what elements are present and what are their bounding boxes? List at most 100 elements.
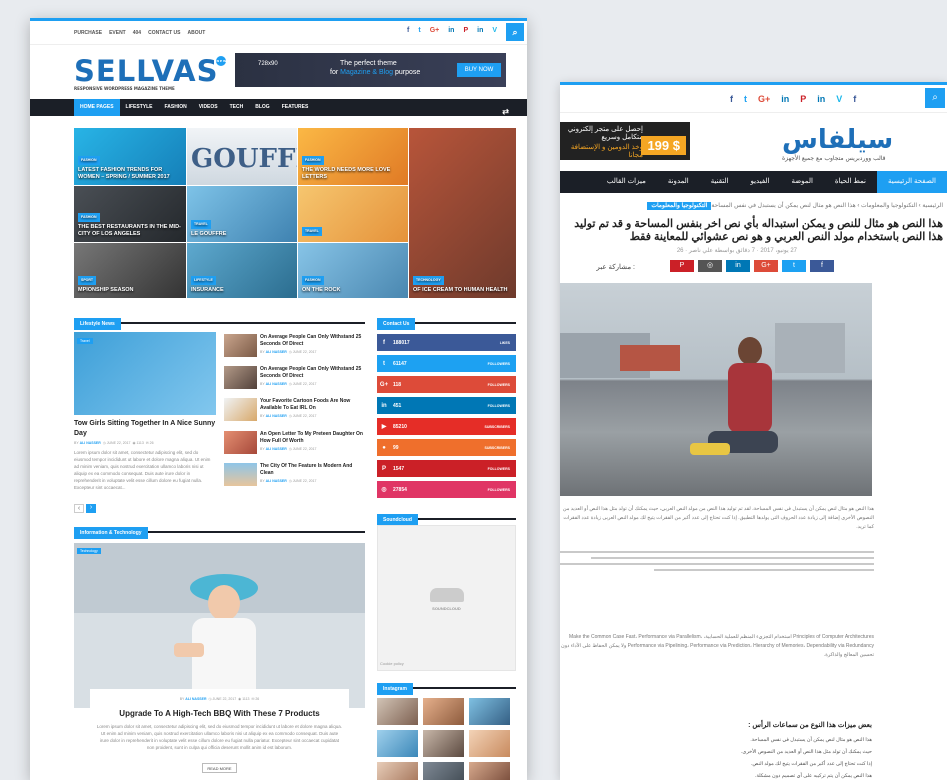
tile-category[interactable]: FASHION: [78, 156, 100, 165]
rtl-nav-lifestyle[interactable]: نمط الحياة: [824, 171, 877, 193]
rtl-nav-features[interactable]: ميزات القالب: [596, 171, 657, 193]
rtl-share-pinterest-icon[interactable]: P: [670, 260, 694, 272]
tile-category[interactable]: TRAVEL: [302, 227, 322, 236]
tile-category[interactable]: SPORT: [78, 276, 97, 285]
social-counter-youtube[interactable]: ▶ 85210 SUBSCRIBERS: [377, 418, 516, 435]
soundcloud-embed[interactable]: SOUNDCLOUD Cookie policy: [377, 525, 516, 671]
linkedin-icon-2[interactable]: in: [477, 27, 483, 34]
facebook-icon[interactable]: f: [407, 27, 409, 34]
rtl-linkedin-icon[interactable]: in: [781, 94, 789, 104]
topbar-link-event[interactable]: EVENT: [109, 30, 126, 36]
rtl-share-instagram-icon[interactable]: ◎: [698, 260, 722, 272]
list-item-title[interactable]: On Average People Can Only Withstand 25 …: [260, 366, 366, 380]
rtl-nav-fashion[interactable]: الموضة: [780, 171, 823, 193]
google-plus-icon[interactable]: G+: [430, 27, 440, 34]
buy-now-button[interactable]: BUY NOW: [457, 63, 501, 77]
rtl-logo[interactable]: سيلفاس قالب ووردبريس متجاوب مع جميع الأج…: [782, 125, 893, 162]
rtl-pinterest-icon[interactable]: P: [800, 94, 806, 104]
rtl-share-facebook-icon[interactable]: f: [810, 260, 834, 272]
list-thumb[interactable]: [224, 463, 257, 486]
next-arrow-icon[interactable]: ›: [86, 504, 96, 513]
big-post-title[interactable]: Tow Girls Sitting Together In A Nice Sun…: [74, 419, 216, 439]
infotech-header-label[interactable]: Information & Technology: [74, 527, 148, 539]
list-thumb[interactable]: [224, 334, 257, 357]
linkedin-icon[interactable]: in: [448, 27, 454, 34]
social-counter-linkedin[interactable]: in 451 FOLLOWERS: [377, 397, 516, 414]
featured-tile[interactable]: FASHION THE WORLD NEEDS MORE LOVE LETTERS: [298, 128, 408, 185]
big-post-category[interactable]: Travel: [77, 338, 93, 344]
instagram-header-label[interactable]: Instagram: [377, 683, 413, 695]
instagram-photo[interactable]: [423, 762, 464, 780]
instagram-photo[interactable]: [469, 730, 510, 757]
cookie-policy-link[interactable]: Cookie policy: [380, 661, 404, 666]
rtl-nav-blog[interactable]: المدونة: [657, 171, 700, 193]
rtl-breadcrumb-text[interactable]: الرئيسية › التكنولوجيا والمعلومات › هذا …: [711, 203, 943, 209]
featured-tile[interactable]: FASHION LATEST FASHION TRENDS FOR WOMEN –…: [74, 128, 186, 185]
tile-category[interactable]: TECHNOLOGY: [413, 276, 444, 285]
rtl-facebook-icon[interactable]: f: [730, 94, 733, 104]
rtl-nav-home[interactable]: الصفحة الرئيسية: [876, 171, 947, 193]
tile-title[interactable]: THE WORLD NEEDS MORE LOVE LETTERS: [302, 167, 404, 181]
topbar-link-404[interactable]: 404: [133, 30, 141, 36]
tile-title[interactable]: ON THE ROCK: [302, 287, 404, 294]
tile-title[interactable]: OF ICE CREAM TO HUMAN HEALTH: [413, 287, 512, 294]
featured-tile[interactable]: GOUFFE: [187, 128, 297, 185]
instagram-photo[interactable]: [377, 698, 418, 725]
nav-features[interactable]: FEATURES: [276, 99, 315, 116]
featured-tile-tall[interactable]: TECHNOLOGY OF ICE CREAM TO HUMAN HEALTH: [409, 128, 516, 298]
tile-title[interactable]: THE BEST RESTAURANTS IN THE MID-CITY OF …: [78, 224, 182, 238]
rtl-ad-banner[interactable]: إحصل على متجر إلكتروني متكامل وسريع وخذ …: [560, 122, 690, 160]
list-thumb[interactable]: [224, 366, 257, 389]
social-counter-pinterest[interactable]: P 1547 FOLLOWERS: [377, 460, 516, 477]
tile-title[interactable]: INSURANCE: [191, 287, 293, 294]
pinterest-icon[interactable]: P: [463, 27, 468, 34]
featured-tile[interactable]: SPORT MPIONSHIP SEASON: [74, 243, 186, 298]
rtl-breadcrumb-tag[interactable]: التكنولوجيا والمعلومات: [647, 202, 712, 210]
tile-category[interactable]: FASHION: [78, 213, 100, 222]
tile-category[interactable]: FASHION: [302, 156, 324, 165]
rtl-vimeo-icon[interactable]: V: [836, 94, 842, 104]
topbar-link-contact[interactable]: CONTACT US: [148, 30, 180, 36]
infotech-image[interactable]: Technology: [74, 543, 365, 708]
social-counter-google[interactable]: G+ 118 FOLLOWERS: [377, 376, 516, 393]
rtl-share-twitter-icon[interactable]: t: [782, 260, 806, 272]
infotech-category[interactable]: Technology: [77, 548, 101, 554]
rtl-linkedin-icon-2[interactable]: in: [817, 94, 825, 104]
featured-tile[interactable]: LIFESTYLE INSURANCE: [187, 243, 297, 298]
rtl-google-plus-icon[interactable]: G+: [758, 94, 770, 104]
nav-tech[interactable]: TECH: [224, 99, 250, 116]
rtl-twitter-icon[interactable]: t: [744, 94, 747, 104]
header-ad-banner[interactable]: 728x90 The perfect theme for Magazine & …: [235, 53, 506, 87]
rtl-search-icon[interactable]: ⌕: [925, 88, 945, 108]
rtl-facebook-icon-2[interactable]: f: [853, 94, 856, 104]
topbar-link-about[interactable]: ABOUT: [187, 30, 205, 36]
rtl-share-google-icon[interactable]: G+: [754, 260, 778, 272]
prev-arrow-icon[interactable]: ‹: [74, 504, 84, 513]
list-item-title[interactable]: Your Favorite Cartoon Foods Are Now Avai…: [260, 398, 366, 412]
featured-tile[interactable]: FASHION THE BEST RESTAURANTS IN THE MID-C…: [74, 186, 186, 242]
social-counter-instagram[interactable]: ◎ 27854 FOLLOWERS: [377, 481, 516, 498]
list-item-title[interactable]: The City Of The Feature Is Modern And Cl…: [260, 463, 366, 477]
tile-title[interactable]: LE GOUFFRE: [191, 231, 293, 238]
featured-tile[interactable]: TRAVEL: [298, 186, 408, 242]
instagram-photo[interactable]: [423, 698, 464, 725]
nav-lifestyle[interactable]: LIFESTYLE: [120, 99, 159, 116]
nav-blog[interactable]: BLOG: [249, 99, 275, 116]
social-counter-twitter[interactable]: t 61147 FOLLOWERS: [377, 355, 516, 372]
featured-tile[interactable]: TRAVEL LE GOUFFRE: [187, 186, 297, 242]
read-more-button[interactable]: READ MORE: [202, 763, 237, 773]
rtl-share-linkedin-icon[interactable]: in: [726, 260, 750, 272]
social-counter-soundcloud[interactable]: ● 99 SUBSCRIBERS: [377, 439, 516, 456]
social-counter-facebook[interactable]: f 188017 LIKES: [377, 334, 516, 351]
nav-fashion[interactable]: FASHION: [158, 99, 192, 116]
list-thumb[interactable]: [224, 398, 257, 421]
list-item-title[interactable]: On Average People Can Only Withstand 25 …: [260, 334, 366, 348]
vimeo-icon[interactable]: V: [492, 27, 497, 34]
rtl-nav-videos[interactable]: الفيديو: [739, 171, 780, 193]
featured-tile[interactable]: FASHION ON THE ROCK: [298, 243, 408, 298]
instagram-photo[interactable]: [377, 762, 418, 780]
instagram-photo[interactable]: [469, 762, 510, 780]
nav-home-pages[interactable]: HOME PAGES: [74, 99, 120, 116]
shuffle-icon[interactable]: ⇄: [496, 103, 515, 120]
infotech-title[interactable]: Upgrade To A High-Tech BBQ With These 7 …: [90, 709, 349, 718]
